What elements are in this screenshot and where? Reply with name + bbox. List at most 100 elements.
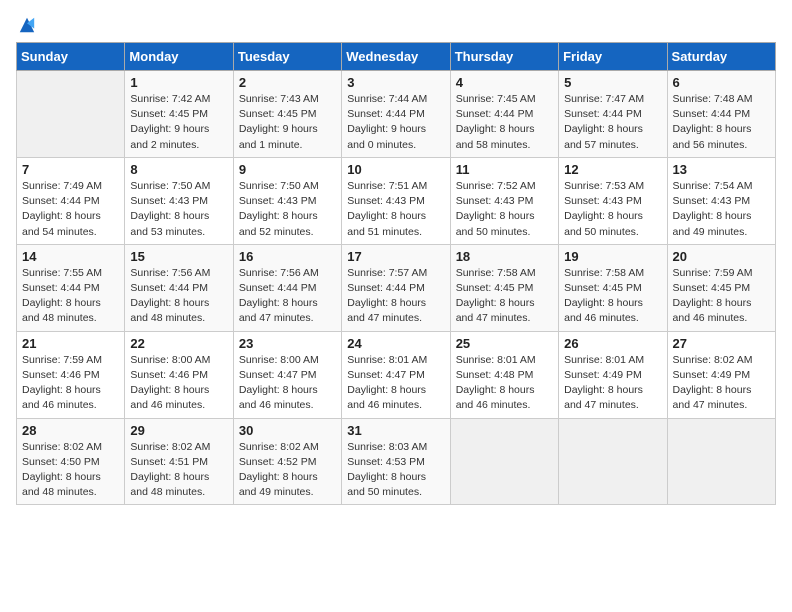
- day-number: 21: [22, 336, 119, 351]
- calendar-cell: 19 Sunrise: 7:58 AMSunset: 4:45 PMDayligh…: [559, 244, 667, 331]
- day-number: 18: [456, 249, 553, 264]
- day-of-week-header: Thursday: [450, 43, 558, 71]
- day-number: 11: [456, 162, 553, 177]
- day-detail: Sunrise: 7:59 AMSunset: 4:46 PMDaylight:…: [22, 353, 119, 414]
- day-number: 30: [239, 423, 336, 438]
- calendar-week-row: 28 Sunrise: 8:02 AMSunset: 4:50 PMDayligh…: [17, 418, 776, 505]
- calendar-cell: 3 Sunrise: 7:44 AMSunset: 4:44 PMDaylight…: [342, 71, 450, 158]
- day-detail: Sunrise: 7:58 AMSunset: 4:45 PMDaylight:…: [456, 266, 553, 327]
- day-detail: Sunrise: 7:57 AMSunset: 4:44 PMDaylight:…: [347, 266, 444, 327]
- calendar-week-row: 14 Sunrise: 7:55 AMSunset: 4:44 PMDayligh…: [17, 244, 776, 331]
- day-detail: Sunrise: 7:53 AMSunset: 4:43 PMDaylight:…: [564, 179, 661, 240]
- day-detail: Sunrise: 8:02 AMSunset: 4:49 PMDaylight:…: [673, 353, 770, 414]
- calendar-cell: 17 Sunrise: 7:57 AMSunset: 4:44 PMDayligh…: [342, 244, 450, 331]
- day-detail: Sunrise: 7:44 AMSunset: 4:44 PMDaylight:…: [347, 92, 444, 153]
- calendar-cell: 9 Sunrise: 7:50 AMSunset: 4:43 PMDaylight…: [233, 157, 341, 244]
- day-detail: Sunrise: 8:02 AMSunset: 4:52 PMDaylight:…: [239, 440, 336, 501]
- day-detail: Sunrise: 7:52 AMSunset: 4:43 PMDaylight:…: [456, 179, 553, 240]
- day-detail: Sunrise: 7:56 AMSunset: 4:44 PMDaylight:…: [239, 266, 336, 327]
- calendar-cell: [17, 71, 125, 158]
- day-number: 16: [239, 249, 336, 264]
- day-detail: Sunrise: 7:54 AMSunset: 4:43 PMDaylight:…: [673, 179, 770, 240]
- day-number: 3: [347, 75, 444, 90]
- day-number: 1: [130, 75, 227, 90]
- day-number: 25: [456, 336, 553, 351]
- day-number: 17: [347, 249, 444, 264]
- calendar-cell: 15Sunrise: 7:56 AMSunset: 4:44 PMDayligh…: [125, 244, 233, 331]
- day-number: 6: [673, 75, 770, 90]
- day-detail: Sunrise: 8:03 AMSunset: 4:53 PMDaylight:…: [347, 440, 444, 501]
- calendar-cell: 2 Sunrise: 7:43 AMSunset: 4:45 PMDaylight…: [233, 71, 341, 158]
- day-detail: Sunrise: 8:00 AMSunset: 4:47 PMDaylight:…: [239, 353, 336, 414]
- day-number: 13: [673, 162, 770, 177]
- day-detail: Sunrise: 7:48 AMSunset: 4:44 PMDaylight:…: [673, 92, 770, 153]
- day-detail: Sunrise: 8:02 AMSunset: 4:50 PMDaylight:…: [22, 440, 119, 501]
- day-number: 28: [22, 423, 119, 438]
- day-number: 29: [130, 423, 227, 438]
- calendar-cell: 26 Sunrise: 8:01 AMSunset: 4:49 PMDayligh…: [559, 331, 667, 418]
- day-detail: Sunrise: 7:58 AMSunset: 4:45 PMDaylight:…: [564, 266, 661, 327]
- day-number: 19: [564, 249, 661, 264]
- day-number: 26: [564, 336, 661, 351]
- day-number: 2: [239, 75, 336, 90]
- calendar-cell: 31 Sunrise: 8:03 AMSunset: 4:53 PMDayligh…: [342, 418, 450, 505]
- day-of-week-header: Wednesday: [342, 43, 450, 71]
- calendar-cell: 13 Sunrise: 7:54 AMSunset: 4:43 PMDayligh…: [667, 157, 775, 244]
- day-detail: Sunrise: 8:01 AMSunset: 4:49 PMDaylight:…: [564, 353, 661, 414]
- calendar-cell: 7Sunrise: 7:49 AMSunset: 4:44 PMDaylight…: [17, 157, 125, 244]
- calendar-cell: 24 Sunrise: 8:01 AMSunset: 4:47 PMDayligh…: [342, 331, 450, 418]
- calendar-cell: 28 Sunrise: 8:02 AMSunset: 4:50 PMDayligh…: [17, 418, 125, 505]
- day-of-week-header: Saturday: [667, 43, 775, 71]
- day-number: 24: [347, 336, 444, 351]
- day-detail: Sunrise: 8:00 AMSunset: 4:46 PMDaylight:…: [130, 353, 227, 414]
- calendar-cell: 21 Sunrise: 7:59 AMSunset: 4:46 PMDayligh…: [17, 331, 125, 418]
- logo-icon: [18, 16, 36, 34]
- logo: [16, 16, 36, 34]
- day-of-week-header: Tuesday: [233, 43, 341, 71]
- day-detail: Sunrise: 7:59 AMSunset: 4:45 PMDaylight:…: [673, 266, 770, 327]
- calendar-cell: 10Sunrise: 7:51 AMSunset: 4:43 PMDayligh…: [342, 157, 450, 244]
- calendar-cell: 30 Sunrise: 8:02 AMSunset: 4:52 PMDayligh…: [233, 418, 341, 505]
- calendar-cell: 12Sunrise: 7:53 AMSunset: 4:43 PMDayligh…: [559, 157, 667, 244]
- calendar-cell: 27Sunrise: 8:02 AMSunset: 4:49 PMDayligh…: [667, 331, 775, 418]
- calendar-cell: 22 Sunrise: 8:00 AMSunset: 4:46 PMDayligh…: [125, 331, 233, 418]
- calendar-week-row: 7Sunrise: 7:49 AMSunset: 4:44 PMDaylight…: [17, 157, 776, 244]
- calendar-header-row: SundayMondayTuesdayWednesdayThursdayFrid…: [17, 43, 776, 71]
- calendar-cell: 29 Sunrise: 8:02 AMSunset: 4:51 PMDayligh…: [125, 418, 233, 505]
- day-detail: Sunrise: 7:45 AMSunset: 4:44 PMDaylight:…: [456, 92, 553, 153]
- calendar-table: SundayMondayTuesdayWednesdayThursdayFrid…: [16, 42, 776, 505]
- day-detail: Sunrise: 7:47 AMSunset: 4:44 PMDaylight:…: [564, 92, 661, 153]
- calendar-week-row: 21 Sunrise: 7:59 AMSunset: 4:46 PMDayligh…: [17, 331, 776, 418]
- day-detail: Sunrise: 7:43 AMSunset: 4:45 PMDaylight:…: [239, 92, 336, 153]
- calendar-cell: 8Sunrise: 7:50 AMSunset: 4:43 PMDaylight…: [125, 157, 233, 244]
- calendar-cell: 25Sunrise: 8:01 AMSunset: 4:48 PMDayligh…: [450, 331, 558, 418]
- day-number: 7: [22, 162, 119, 177]
- day-number: 9: [239, 162, 336, 177]
- day-number: 20: [673, 249, 770, 264]
- calendar-week-row: 1Sunrise: 7:42 AMSunset: 4:45 PMDaylight…: [17, 71, 776, 158]
- day-number: 22: [130, 336, 227, 351]
- calendar-cell: 16 Sunrise: 7:56 AMSunset: 4:44 PMDayligh…: [233, 244, 341, 331]
- day-detail: Sunrise: 7:55 AMSunset: 4:44 PMDaylight:…: [22, 266, 119, 327]
- page-header: [16, 16, 776, 34]
- day-number: 14: [22, 249, 119, 264]
- calendar-cell: 14 Sunrise: 7:55 AMSunset: 4:44 PMDayligh…: [17, 244, 125, 331]
- day-detail: Sunrise: 7:50 AMSunset: 4:43 PMDaylight:…: [239, 179, 336, 240]
- day-of-week-header: Monday: [125, 43, 233, 71]
- calendar-cell: 11 Sunrise: 7:52 AMSunset: 4:43 PMDayligh…: [450, 157, 558, 244]
- day-number: 31: [347, 423, 444, 438]
- day-number: 8: [130, 162, 227, 177]
- day-of-week-header: Sunday: [17, 43, 125, 71]
- calendar-cell: 23Sunrise: 8:00 AMSunset: 4:47 PMDayligh…: [233, 331, 341, 418]
- day-detail: Sunrise: 7:51 AMSunset: 4:43 PMDaylight:…: [347, 179, 444, 240]
- calendar-cell: 5Sunrise: 7:47 AMSunset: 4:44 PMDaylight…: [559, 71, 667, 158]
- day-number: 4: [456, 75, 553, 90]
- calendar-cell: 1Sunrise: 7:42 AMSunset: 4:45 PMDaylight…: [125, 71, 233, 158]
- day-detail: Sunrise: 8:02 AMSunset: 4:51 PMDaylight:…: [130, 440, 227, 501]
- calendar-cell: 6 Sunrise: 7:48 AMSunset: 4:44 PMDaylight…: [667, 71, 775, 158]
- day-detail: Sunrise: 8:01 AMSunset: 4:47 PMDaylight:…: [347, 353, 444, 414]
- calendar-cell: [667, 418, 775, 505]
- calendar-cell: 4 Sunrise: 7:45 AMSunset: 4:44 PMDaylight…: [450, 71, 558, 158]
- day-of-week-header: Friday: [559, 43, 667, 71]
- day-detail: Sunrise: 7:56 AMSunset: 4:44 PMDaylight:…: [130, 266, 227, 327]
